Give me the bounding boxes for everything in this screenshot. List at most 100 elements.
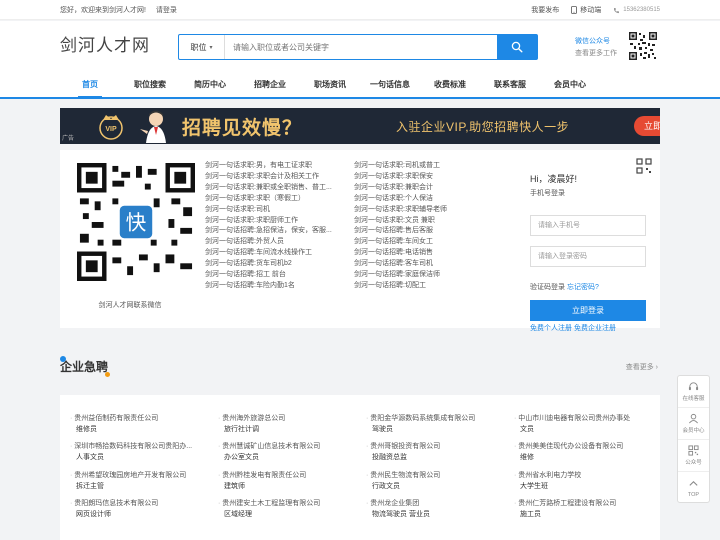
back-to-top-button[interactable]: TOP: [678, 472, 709, 504]
job-position[interactable]: 人事文员: [70, 452, 210, 463]
nav-job-search[interactable]: 职位搜索: [120, 71, 180, 99]
job-position[interactable]: 建筑师: [218, 481, 358, 492]
oneline-item[interactable]: 剑河一句话求职:司机或普工: [354, 161, 496, 172]
search-button[interactable]: [497, 35, 537, 59]
job-company[interactable]: 贵州慧诚矿山信息技术有限公司: [218, 441, 358, 452]
nav-contact[interactable]: 联系客服: [480, 71, 540, 99]
forgot-password-link[interactable]: 忘记密码?: [567, 284, 599, 291]
job-company[interactable]: 贵州美美佳现代办公设备有限公司: [514, 441, 654, 452]
job-company[interactable]: 贵州哥银投资有限公司: [366, 441, 506, 452]
oneline-item[interactable]: 剑河一句话招聘:货车司机b2: [205, 259, 347, 270]
nav-home[interactable]: 首页: [60, 71, 120, 99]
job-company[interactable]: 深圳市畅拾数码科技有限公司贵阳办...: [70, 441, 210, 452]
nav-member-center[interactable]: 会员中心: [540, 71, 600, 99]
register-links[interactable]: 免费个人注册 免费企业注册: [530, 323, 616, 333]
oneline-item[interactable]: 剑河一句话招聘:车险内勤1名: [205, 281, 347, 292]
job-position[interactable]: 文员: [514, 424, 654, 435]
job-card[interactable]: 贵州美美佳现代办公设备有限公司维修: [514, 441, 654, 463]
view-more-link[interactable]: 查看更多 ›: [626, 362, 658, 372]
job-position[interactable]: 物流驾驶员 营业员: [366, 509, 506, 520]
oneline-item[interactable]: 剑河一句话求职:兼职会计: [354, 183, 496, 194]
job-card[interactable]: 中山市川迪电器有限公司贵州办事处文员: [514, 413, 654, 435]
oneline-item[interactable]: 剑河一句话招聘:外贸人员: [205, 237, 347, 248]
nav-news[interactable]: 职场资讯: [300, 71, 360, 99]
phone-input[interactable]: 请输入手机号: [530, 215, 646, 236]
login-button[interactable]: 立即登录: [530, 300, 646, 321]
job-card[interactable]: 贵州益佰制药有限责任公司维修员: [70, 413, 210, 435]
search-type-select[interactable]: 职位 ▾: [179, 35, 225, 59]
oneline-item[interactable]: 剑河一句话招聘:售后客服: [354, 226, 496, 237]
oneline-item[interactable]: 剑河一句话求职:求职厨师工作: [205, 216, 347, 227]
job-position[interactable]: 办公室文员: [218, 452, 358, 463]
job-company[interactable]: 贵州仁芳路桥工程建设有限公司: [514, 498, 654, 509]
official-account-button[interactable]: 公众号: [678, 440, 709, 472]
oneline-item[interactable]: 剑河一句话招聘:招工 前台: [205, 270, 347, 281]
job-card[interactable]: 贵州仁芳路桥工程建设有限公司施工员: [514, 498, 654, 520]
oneline-item[interactable]: 剑河一句话求职:求职辅导老师: [354, 205, 496, 216]
job-company[interactable]: 贵州希望玫瑰园房地产开发有限公司: [70, 470, 210, 481]
oneline-item[interactable]: 剑河一句话招聘:电话销售: [354, 248, 496, 259]
my-post-link[interactable]: 我要发布: [531, 5, 559, 15]
job-position[interactable]: 大学生班: [514, 481, 654, 492]
job-company[interactable]: 贵州省水利电力学校: [514, 470, 654, 481]
job-position[interactable]: 驾驶员: [366, 424, 506, 435]
job-card[interactable]: 贵州希望玫瑰园房地产开发有限公司拆迁主管: [70, 470, 210, 492]
job-position[interactable]: 维修员: [70, 424, 210, 435]
job-company[interactable]: 贵州益佰制药有限责任公司: [70, 413, 210, 424]
oneline-item[interactable]: 剑河一句话招聘:客车司机: [354, 259, 496, 270]
code-login-link[interactable]: 验证码登录: [530, 284, 565, 291]
job-company[interactable]: 中山市川迪电器有限公司贵州办事处: [514, 413, 654, 424]
oneline-item[interactable]: 剑河一句话招聘:切配工: [354, 281, 496, 292]
job-card[interactable]: 贵州民生物流有限公司行政文员: [366, 470, 506, 492]
oneline-item[interactable]: 剑河一句话求职:文员 兼职: [354, 216, 496, 227]
phone-login-label[interactable]: 手机号登录: [530, 188, 565, 198]
job-position[interactable]: 旅行社计调: [218, 424, 358, 435]
job-company[interactable]: 贵州黔桂发电有限责任公司: [218, 470, 358, 481]
nav-pricing[interactable]: 收费标准: [420, 71, 480, 99]
oneline-item[interactable]: 剑河一句话求职:兼职或全职销售、普工...: [205, 183, 347, 194]
nav-companies[interactable]: 招聘企业: [240, 71, 300, 99]
job-position[interactable]: 行政文员: [366, 481, 506, 492]
job-card[interactable]: 贵州哥银投资有限公司投融资总监: [366, 441, 506, 463]
job-card[interactable]: 贵州龙企业集团物流驾驶员 营业员: [366, 498, 506, 520]
password-input[interactable]: 请输入登录密码: [530, 246, 646, 267]
nav-resume-center[interactable]: 简历中心: [180, 71, 240, 99]
job-position[interactable]: 拆迁主管: [70, 481, 210, 492]
job-position[interactable]: 维修: [514, 452, 654, 463]
member-center-button[interactable]: 会员中心: [678, 408, 709, 440]
job-card[interactable]: 贵州省水利电力学校大学生班: [514, 470, 654, 492]
oneline-item[interactable]: 剑河一句话求职:求职保安: [354, 172, 496, 183]
job-card[interactable]: 贵州建安土木工程监理有限公司区域经理: [218, 498, 358, 520]
oneline-item[interactable]: 剑河一句话招聘:车间流水线操作工: [205, 248, 347, 259]
search-input[interactable]: [225, 35, 497, 59]
job-company[interactable]: 贵州民生物流有限公司: [366, 470, 506, 481]
oneline-item[interactable]: 剑河一句话求职:个人保洁: [354, 194, 496, 205]
oneline-item[interactable]: 剑河一句话招聘:家庭保洁师: [354, 270, 496, 281]
oneline-item[interactable]: 剑河一句话求职:求职（寒假工）: [205, 194, 347, 205]
job-position[interactable]: 投融资总监: [366, 452, 506, 463]
oneline-item[interactable]: 剑河一句话招聘:急招保洁，保安，客服...: [205, 226, 347, 237]
site-logo[interactable]: 剑河人才网: [60, 31, 150, 56]
oneline-item[interactable]: 剑河一句话求职:司机: [205, 205, 347, 216]
banner-cta-button[interactable]: 立即查看: [634, 116, 660, 136]
job-card[interactable]: 贵州慧诚矿山信息技术有限公司办公室文员: [218, 441, 358, 463]
online-service-button[interactable]: 在线客服: [678, 376, 709, 408]
job-card[interactable]: 贵阳朗玛信息技术有限公司网页设计师: [70, 498, 210, 520]
vip-banner[interactable]: VIP 招聘见效慢？ 入驻企业VIP,助您招聘快人一步 立即查看 广告: [60, 108, 660, 144]
mobile-link[interactable]: 移动端: [571, 5, 601, 15]
oneline-item[interactable]: 剑河一句话招聘:车间女工: [354, 237, 496, 248]
job-position[interactable]: 网页设计师: [70, 509, 210, 520]
job-company[interactable]: 贵阳金华源数码系统集成有限公司: [366, 413, 506, 424]
job-company[interactable]: 贵州建安土木工程监理有限公司: [218, 498, 358, 509]
job-position[interactable]: 区域经理: [218, 509, 358, 520]
job-company[interactable]: 贵州海外旅游总公司: [218, 413, 358, 424]
job-company[interactable]: 贵阳朗玛信息技术有限公司: [70, 498, 210, 509]
job-card[interactable]: 贵州黔桂发电有限责任公司建筑师: [218, 470, 358, 492]
job-card[interactable]: 贵州海外旅游总公司旅行社计调: [218, 413, 358, 435]
oneline-item[interactable]: 剑河一句话求职:男，有电工证求职: [205, 161, 347, 172]
oneline-item[interactable]: 剑河一句话求职:求职会计及相关工作: [205, 172, 347, 183]
job-position[interactable]: 施工员: [514, 509, 654, 520]
job-card[interactable]: 深圳市畅拾数码科技有限公司贵阳办...人事文员: [70, 441, 210, 463]
job-card[interactable]: 贵阳金华源数码系统集成有限公司驾驶员: [366, 413, 506, 435]
qr-login-toggle-icon[interactable]: [636, 158, 652, 174]
